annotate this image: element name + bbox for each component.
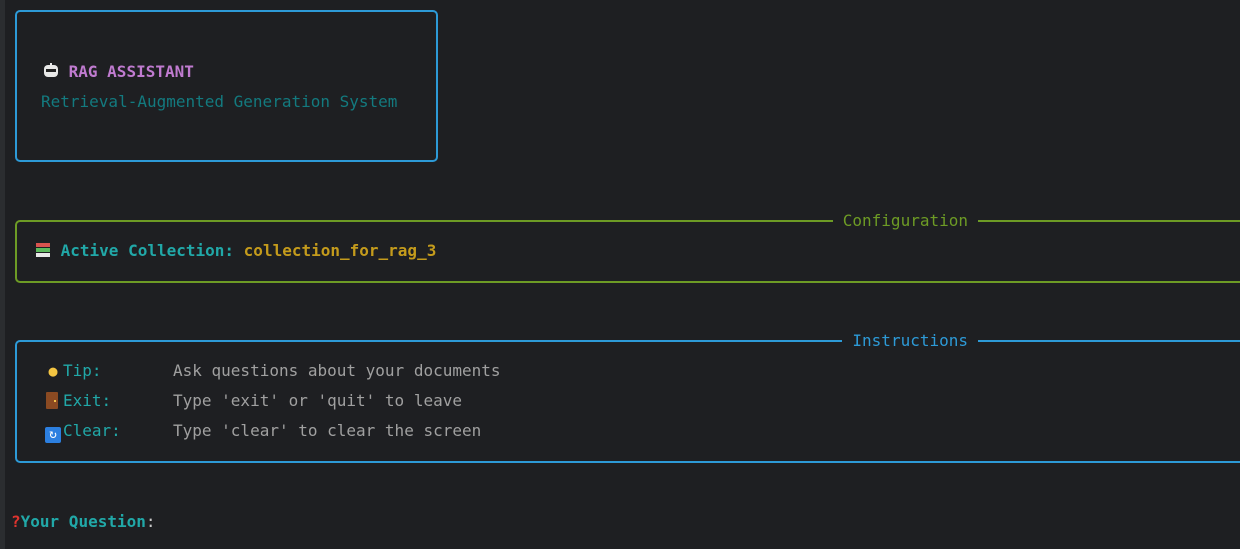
app-title: RAG ASSISTANT	[68, 62, 194, 81]
app-subtitle: Retrieval-Augmented Generation System	[41, 92, 398, 111]
refresh-icon: ↻	[45, 427, 61, 443]
robot-icon	[43, 63, 59, 79]
question-prompt[interactable]: ?Your Question:	[11, 507, 156, 537]
configuration-title: Configuration	[832, 206, 978, 236]
terminal-gutter	[0, 0, 5, 549]
door-icon	[46, 392, 58, 409]
instruction-text-tip: Ask questions about your documents	[173, 361, 501, 380]
active-collection-label: Active Collection:	[60, 241, 235, 260]
instruction-text-exit: Type 'exit' or 'quit' to leave	[173, 391, 462, 410]
lightbulb-icon: ●	[48, 362, 58, 380]
instruction-text-clear: Type 'clear' to clear the screen	[173, 421, 482, 440]
banner-subtitle-row: Retrieval-Augmented Generation System	[41, 87, 397, 117]
instructions-panel: Instructions ● Tip: Ask questions about yo…	[15, 326, 1240, 463]
instruction-label-clear: Clear:	[63, 421, 121, 440]
instruction-row-tip: ● Tip: Ask questions about your documents	[43, 356, 501, 386]
question-prompt-colon: :	[145, 512, 156, 531]
books-icon	[35, 242, 51, 258]
banner-panel: RAG ASSISTANT Retrieval-Augmented Genera…	[15, 10, 438, 162]
banner-title-row: RAG ASSISTANT	[43, 57, 194, 87]
instruction-label-tip: Tip:	[63, 361, 102, 380]
instruction-row-clear: ↻ Clear: Type 'clear' to clear the screen	[43, 416, 481, 446]
configuration-panel: Configuration Active Collection: collect…	[15, 206, 1240, 283]
question-prompt-label: Your Question	[20, 512, 146, 531]
instructions-title: Instructions	[842, 326, 978, 356]
active-collection-row: Active Collection: collection_for_rag_3	[35, 236, 436, 266]
instruction-label-exit: Exit:	[63, 391, 112, 410]
question-mark-icon: ?	[11, 512, 21, 531]
active-collection-value: collection_for_rag_3	[243, 241, 437, 260]
instruction-row-exit: Exit: Type 'exit' or 'quit' to leave	[43, 386, 462, 416]
